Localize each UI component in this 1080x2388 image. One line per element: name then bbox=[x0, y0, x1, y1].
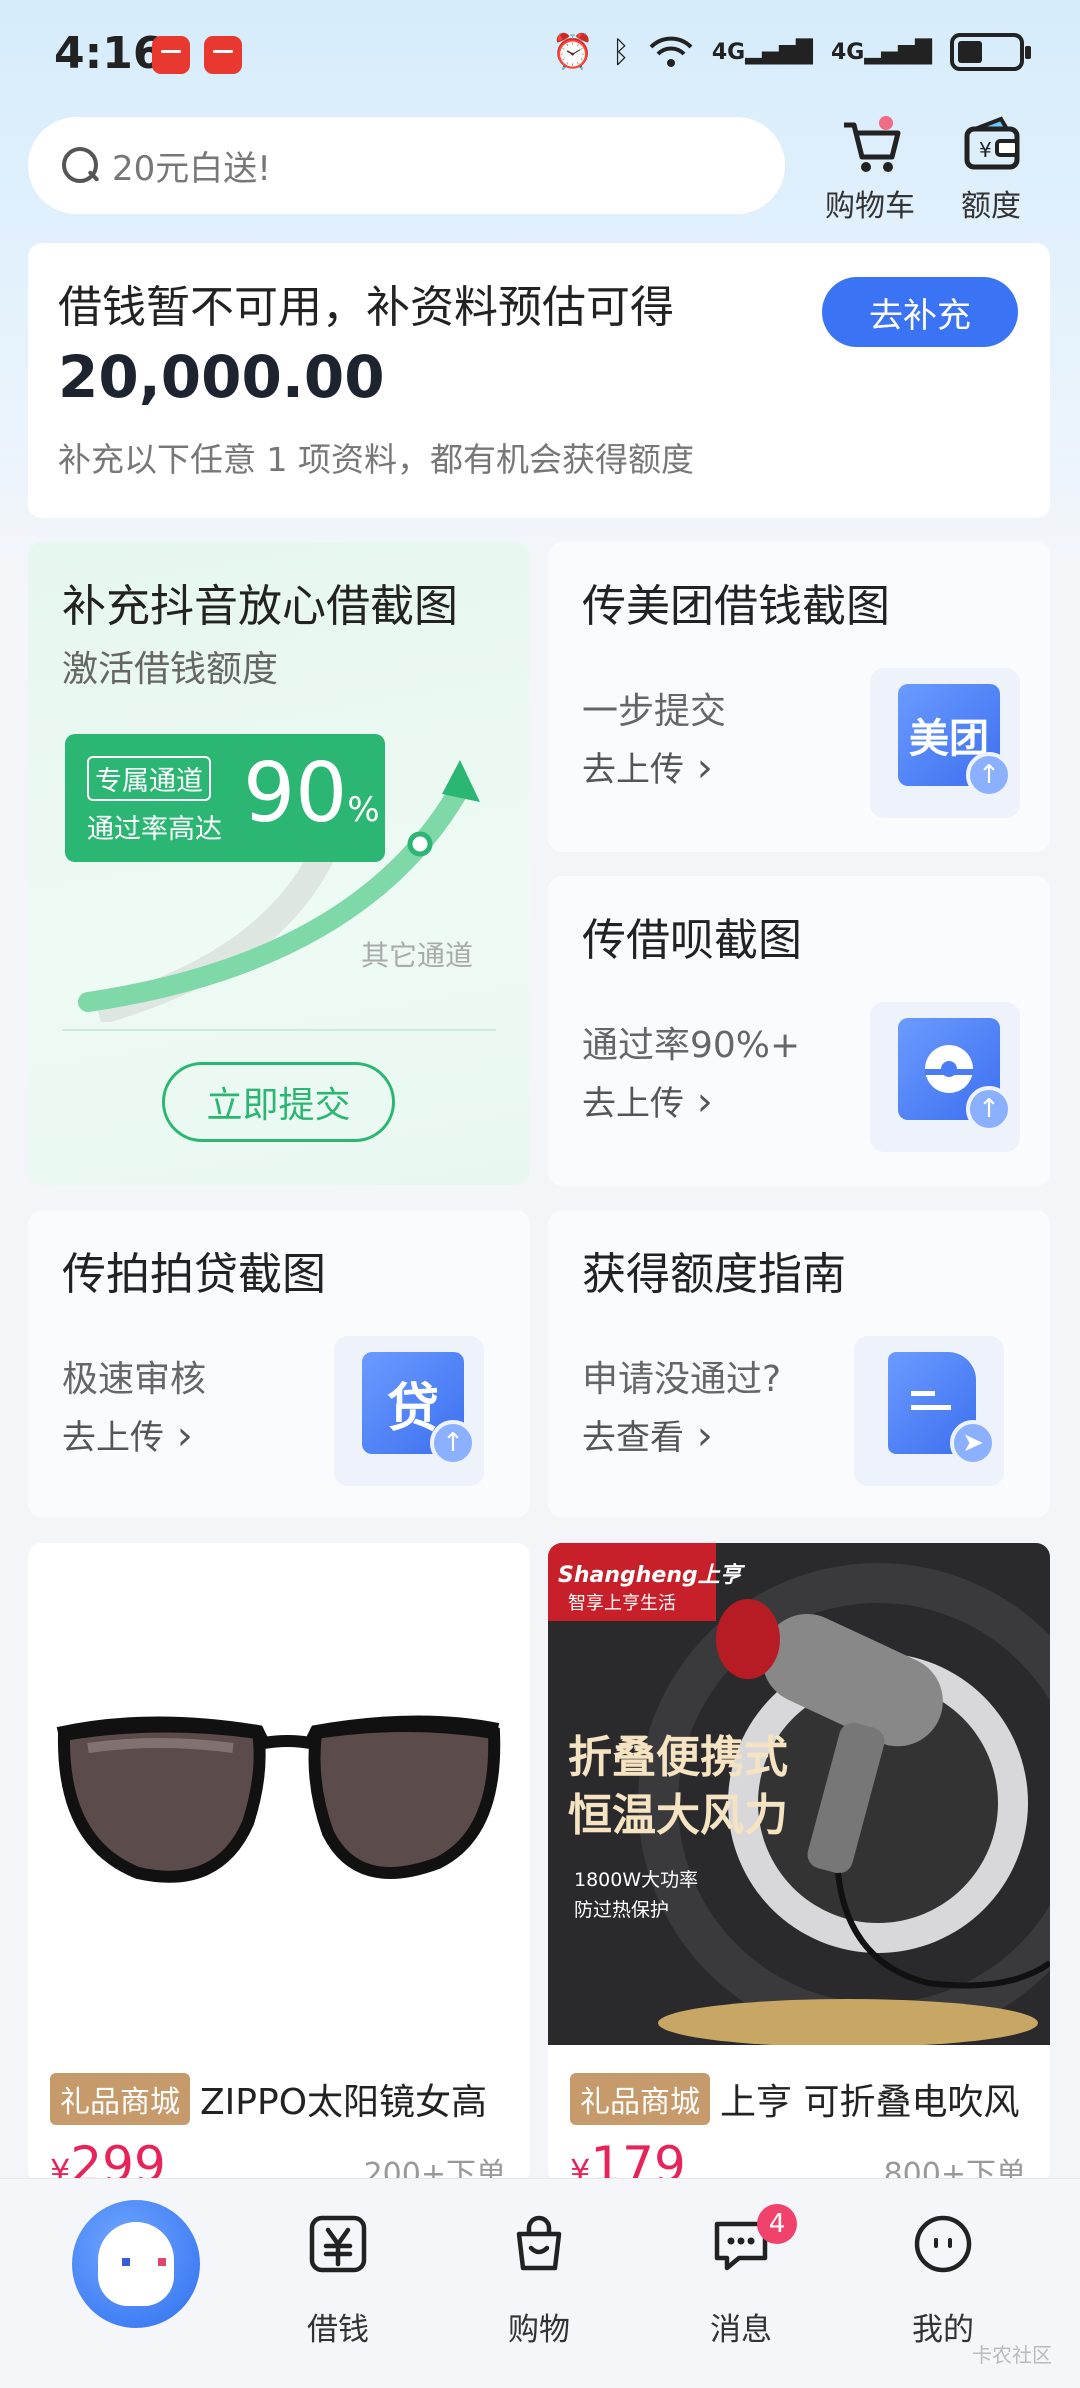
brand-slogan: 智享上亨生活 bbox=[568, 1593, 676, 1614]
signal-icon: 4G▂▄▆█ bbox=[830, 39, 932, 65]
product-price: ¥299 bbox=[50, 2136, 166, 2183]
exclusive-tag: 专属通道 bbox=[87, 756, 211, 801]
meituan-icon: 美团 ↑ bbox=[870, 668, 1020, 818]
home-mascot-tab[interactable] bbox=[72, 2200, 200, 2328]
banner-subtitle: 补充以下任意 1 项资料，都有机会获得额度 bbox=[58, 440, 694, 479]
divider bbox=[62, 1029, 496, 1031]
paipaidai-icon: 贷 ↑ bbox=[334, 1336, 484, 1486]
jiebei-icon: ↑ bbox=[870, 1002, 1020, 1152]
tab-label: 消息 bbox=[710, 2312, 772, 2348]
search-bar[interactable]: 20元白送! bbox=[28, 117, 785, 214]
battery-icon bbox=[950, 33, 1031, 71]
search-placeholder: 20元白送! bbox=[112, 149, 271, 189]
shopping-bag-icon bbox=[516, 2215, 562, 2271]
tab-label: 借钱 bbox=[307, 2312, 369, 2348]
upload-arrow-icon: ↑ bbox=[430, 1420, 476, 1466]
signal-icon: 4G▂▄▆█ bbox=[711, 39, 813, 65]
document-icon: ➤ bbox=[854, 1336, 1004, 1486]
product-card[interactable]: Shangheng上亨 智享上亨生活 折叠便携式 恒温大风力 1800W大功率 … bbox=[548, 1543, 1050, 2183]
tab-label: 购物 bbox=[508, 2312, 570, 2348]
view-link[interactable]: 去查看 bbox=[582, 1410, 713, 1459]
message-count-badge: 4 bbox=[757, 2204, 797, 2244]
bluetooth-icon: ᛒ bbox=[611, 34, 630, 70]
card-subtitle: 激活借钱额度 bbox=[62, 649, 279, 690]
cart-button[interactable]: 购物车 bbox=[815, 115, 925, 225]
exclusive-channel-box: 专属通道 通过率高达 90% bbox=[65, 734, 385, 862]
status-time: 4:16 bbox=[54, 28, 164, 79]
quota-guide-card[interactable]: 获得额度指南 申请没通过? 去查看 ➤ bbox=[548, 1210, 1050, 1518]
product-name: ZIPPO太阳镜女高 bbox=[200, 2082, 488, 2123]
card-title: 传借呗截图 bbox=[582, 915, 802, 966]
profile-face-icon bbox=[914, 2215, 972, 2273]
promo-headline: 恒温大风力 bbox=[568, 1790, 788, 1841]
quota-button[interactable]: ¥ 额度 bbox=[936, 115, 1046, 225]
brand-logo: Shangheng上亨 bbox=[558, 1563, 742, 1588]
wallet-icon: ¥ bbox=[964, 116, 1020, 170]
upload-arrow-icon: ↑ bbox=[966, 1086, 1012, 1132]
product-name: 上亨 可折叠电吹风 bbox=[720, 2082, 1020, 2123]
upload-link[interactable]: 去上传 bbox=[62, 1410, 193, 1459]
upload-arrow-icon: ↑ bbox=[966, 752, 1012, 798]
mall-tag: 礼品商城 bbox=[50, 2073, 190, 2125]
card-title: 传美团借钱截图 bbox=[582, 581, 890, 632]
pass-rate-label: 通过率高达 bbox=[87, 814, 222, 845]
price-value: 179 bbox=[590, 2136, 686, 2183]
watermark: 卡农社区 bbox=[972, 2343, 1052, 2367]
search-icon bbox=[62, 146, 100, 185]
paipaidai-upload-card[interactable]: 传拍拍贷截图 极速审核 去上传 贷 ↑ bbox=[28, 1210, 530, 1518]
status-bar: 4:16 ⏰ ᛒ 4G▂▄▆█ 4G▂▄▆█ bbox=[0, 0, 1080, 118]
shopping-cart-icon bbox=[844, 116, 901, 172]
estimated-amount: 20,000.00 bbox=[58, 343, 385, 411]
banner-title: 借钱暂不可用，补资料预估可得 bbox=[58, 282, 674, 333]
rate-unit: % bbox=[347, 790, 380, 830]
cart-label: 购物车 bbox=[825, 189, 915, 224]
jiebei-upload-card[interactable]: 传借呗截图 通过率90%+ 去上传 ↑ bbox=[548, 876, 1050, 1186]
network-label: 4G bbox=[830, 39, 865, 65]
upload-link[interactable]: 去上传 bbox=[582, 1076, 713, 1125]
price-value: 299 bbox=[70, 2136, 166, 2183]
upload-link[interactable]: 去上传 bbox=[582, 742, 713, 791]
status-icons: ⏰ ᛒ 4G▂▄▆█ 4G▂▄▆█ bbox=[551, 32, 1031, 72]
product-price: ¥179 bbox=[570, 2136, 686, 2183]
sunglasses-image bbox=[28, 1543, 530, 2045]
pass-rate-value: 90% bbox=[243, 746, 380, 841]
submit-now-button[interactable]: 立即提交 bbox=[162, 1062, 395, 1142]
card-title: 传拍拍贷截图 bbox=[62, 1249, 326, 1300]
card-title: 补充抖音放心借截图 bbox=[62, 581, 458, 632]
huawei-app-icon bbox=[204, 36, 242, 74]
svg-text:¥: ¥ bbox=[979, 138, 992, 162]
card-desc: 通过率90%+ bbox=[582, 1025, 801, 1066]
card-desc: 申请没通过? bbox=[582, 1359, 782, 1400]
rate-number: 90 bbox=[243, 746, 348, 841]
mall-tag: 礼品商城 bbox=[570, 2073, 710, 2125]
quota-label: 额度 bbox=[961, 189, 1021, 224]
douyin-upload-card[interactable]: 补充抖音放心借截图 激活借钱额度 专属通道 通过率高达 90% 其它通道 立即提… bbox=[28, 542, 530, 1185]
cursor-icon: ➤ bbox=[950, 1420, 996, 1466]
loan-banner: 借钱暂不可用，补资料预估可得 20,000.00 补充以下任意 1 项资料，都有… bbox=[28, 243, 1050, 518]
borrow-yuan-icon bbox=[309, 2215, 367, 2273]
supplement-button[interactable]: 去补充 bbox=[822, 277, 1018, 347]
promo-headline: 折叠便携式 bbox=[568, 1732, 788, 1783]
card-desc: 一步提交 bbox=[582, 691, 727, 732]
meituan-upload-card[interactable]: 传美团借钱截图 一步提交 去上传 美团 ↑ bbox=[548, 542, 1050, 852]
network-label: 4G bbox=[711, 39, 746, 65]
alarm-icon: ⏰ bbox=[551, 32, 594, 72]
other-channel-label: 其它通道 bbox=[361, 939, 474, 972]
promo-spec: 1800W大功率 bbox=[574, 1869, 699, 1891]
product-card[interactable]: 礼品商城 ZIPPO太阳镜女高 ¥299 200+下单 bbox=[28, 1543, 530, 2183]
huawei-app-icon bbox=[152, 36, 190, 74]
card-title: 获得额度指南 bbox=[582, 1249, 846, 1300]
wifi-icon bbox=[649, 36, 693, 67]
card-desc: 极速审核 bbox=[62, 1359, 207, 1400]
promo-spec: 防过热保护 bbox=[574, 1899, 670, 1921]
